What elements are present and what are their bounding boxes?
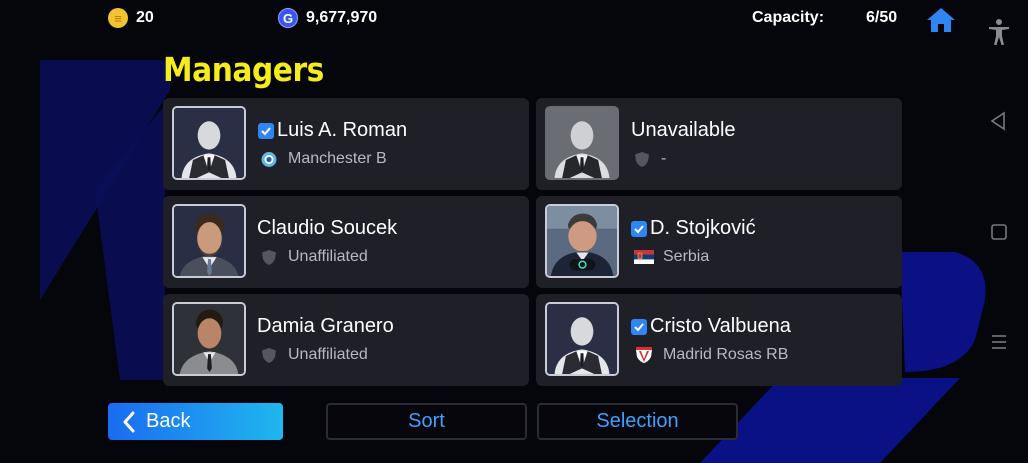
manager-photo	[174, 304, 244, 374]
manager-club: -	[661, 150, 667, 167]
sort-button-label: Sort	[408, 410, 445, 432]
nav-home-icon[interactable]	[988, 221, 1010, 243]
manager-name: Luis A. Roman	[277, 119, 408, 141]
manchester-blue-badge-icon	[261, 151, 277, 167]
back-button-label: Back	[146, 410, 191, 432]
page-title: Managers	[163, 50, 324, 89]
manager-name: Unavailable	[631, 119, 736, 141]
manager-club: Unaffiliated	[288, 346, 368, 363]
shield-icon	[262, 347, 276, 363]
manager-card[interactable]: D. Stojković Serbia	[536, 196, 902, 288]
selection-button-label: Selection	[596, 410, 679, 432]
manager-card[interactable]: Cristo Valbuena Madrid Rosas RB	[536, 294, 902, 386]
nav-back-icon[interactable]	[988, 110, 1010, 132]
back-button[interactable]: Back	[108, 403, 283, 440]
manager-club: Unaffiliated	[288, 248, 368, 265]
manager-portrait	[172, 106, 246, 180]
selection-button[interactable]: Selection	[537, 403, 738, 440]
verified-check-icon	[631, 220, 647, 237]
serbia-flag-icon	[634, 250, 654, 264]
capacity-label: Capacity:	[752, 9, 825, 26]
manager-portrait	[172, 302, 246, 376]
madrid-rosas-badge-icon	[636, 347, 652, 363]
manager-portrait	[545, 302, 619, 376]
verified-check-icon	[258, 122, 274, 139]
efootball-coin-count: 20	[136, 9, 154, 26]
sort-button[interactable]: Sort	[326, 403, 527, 440]
chevron-left-icon	[123, 411, 135, 432]
manager-photo	[547, 206, 617, 276]
shield-icon	[635, 151, 649, 167]
gp-icon: G	[278, 8, 298, 28]
shield-icon	[262, 249, 276, 265]
capacity-value: 6/50	[866, 9, 898, 26]
verified-check-icon	[631, 318, 647, 335]
manager-card[interactable]: Damia Granero Unaffiliated	[163, 294, 529, 386]
manager-name: Damia Granero	[257, 315, 394, 337]
manager-card[interactable]: Claudio Soucek Unaffiliated	[163, 196, 529, 288]
manager-photo	[174, 206, 244, 276]
manager-portrait	[545, 106, 619, 180]
nav-recents-icon[interactable]	[988, 331, 1010, 353]
manager-club: Serbia	[663, 248, 710, 265]
home-icon[interactable]	[925, 6, 957, 34]
manager-card[interactable]: Luis A. Roman Manchester B	[163, 98, 529, 190]
manager-portrait	[545, 204, 619, 278]
silhouette-portrait-icon	[174, 108, 244, 178]
manager-club: Madrid Rosas RB	[663, 346, 789, 363]
top-bar: ≡ 20 G 9,677,970 Capacity: 6/50	[0, 0, 1028, 36]
manager-name: Claudio Soucek	[257, 217, 398, 239]
silhouette-portrait-icon	[547, 304, 617, 374]
manager-name: Cristo Valbuena	[650, 315, 791, 337]
gp-count: 9,677,970	[306, 9, 378, 26]
manager-name: D. Stojković	[650, 217, 756, 239]
manager-portrait	[172, 204, 246, 278]
manager-club: Manchester B	[288, 150, 387, 167]
efootball-coin-icon: ≡	[108, 8, 128, 28]
manager-card-unavailable[interactable]: Unavailable -	[536, 98, 902, 190]
silhouette-portrait-icon	[547, 108, 617, 178]
